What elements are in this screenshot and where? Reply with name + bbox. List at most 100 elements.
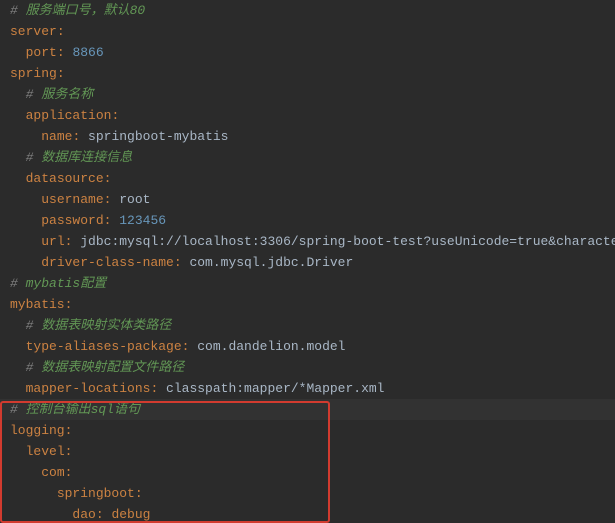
token-colon: :: [135, 486, 143, 501]
token-value-str: springboot-mybatis: [88, 129, 228, 144]
token-colon: :: [104, 171, 112, 186]
token-colon: :: [72, 129, 88, 144]
code-line[interactable]: type-aliases-package: com.dandelion.mode…: [0, 336, 615, 357]
gutter: [0, 273, 10, 294]
code-line[interactable]: logging:: [0, 420, 615, 441]
code-line[interactable]: # 服务名称: [0, 84, 615, 105]
code-line[interactable]: port: 8866: [0, 42, 615, 63]
token-indent: [10, 255, 41, 270]
token-indent: [10, 465, 41, 480]
token-value-str: com.mysql.jdbc.Driver: [189, 255, 353, 270]
token-indent: [10, 87, 26, 102]
code-line[interactable]: # 控制台输出sql语句: [0, 399, 615, 420]
token-value-str: classpath:mapper/*Mapper.xml: [166, 381, 384, 396]
code-line[interactable]: application:: [0, 105, 615, 126]
code-line[interactable]: driver-class-name: com.mysql.jdbc.Driver: [0, 252, 615, 273]
gutter: [0, 210, 10, 231]
token-key: level: [26, 444, 65, 459]
token-value-num: 8866: [72, 45, 103, 60]
code-line[interactable]: springboot:: [0, 483, 615, 504]
token-indent: [10, 192, 41, 207]
token-key: username: [41, 192, 103, 207]
token-comment-hash: #: [26, 150, 42, 165]
code-line[interactable]: # mybatis配置: [0, 273, 615, 294]
token-comment-hash: #: [10, 276, 26, 291]
token-comment-hash: #: [10, 402, 26, 417]
token-comment-hash: #: [26, 318, 42, 333]
token-indent: [10, 381, 26, 396]
gutter: [0, 105, 10, 126]
token-key: type-aliases-package: [26, 339, 182, 354]
gutter: [0, 42, 10, 63]
token-indent: [10, 150, 26, 165]
gutter: [0, 231, 10, 252]
token-colon: :: [65, 423, 73, 438]
code-line[interactable]: name: springboot-mybatis: [0, 126, 615, 147]
gutter: [0, 420, 10, 441]
token-colon: :: [96, 507, 112, 522]
token-comment-hash: #: [26, 360, 42, 375]
gutter: [0, 378, 10, 399]
gutter: [0, 147, 10, 168]
token-indent: [10, 108, 26, 123]
gutter: [0, 168, 10, 189]
code-line[interactable]: # 数据库连接信息: [0, 147, 615, 168]
code-line[interactable]: spring:: [0, 63, 615, 84]
token-colon: :: [57, 24, 65, 39]
token-indent: [10, 507, 72, 522]
code-line[interactable]: url: jdbc:mysql://localhost:3306/spring-…: [0, 231, 615, 252]
code-line[interactable]: # 数据表映射配置文件路径: [0, 357, 615, 378]
code-line[interactable]: server:: [0, 21, 615, 42]
token-colon: :: [57, 45, 73, 60]
token-key: mapper-locations: [26, 381, 151, 396]
token-key: datasource: [26, 171, 104, 186]
token-colon: :: [65, 297, 73, 312]
token-indent: [10, 213, 41, 228]
gutter: [0, 399, 10, 420]
token-indent: [10, 171, 26, 186]
token-comment-en: mybatis: [26, 276, 81, 291]
gutter: [0, 63, 10, 84]
code-editor[interactable]: # 服务端口号，默认80 server: port: 8866 spring: …: [0, 0, 615, 523]
token-indent: [10, 360, 26, 375]
token-indent: [10, 129, 41, 144]
token-key: springboot: [57, 486, 135, 501]
code-line[interactable]: level:: [0, 441, 615, 462]
code-line[interactable]: # 数据表映射实体类路径: [0, 315, 615, 336]
token-key: password: [41, 213, 103, 228]
token-key: dao: [72, 507, 95, 522]
token-comment-zh: 服务端口号，默认80: [26, 3, 146, 18]
token-colon: :: [174, 255, 190, 270]
code-line[interactable]: # 服务端口号，默认80: [0, 0, 615, 21]
gutter: [0, 315, 10, 336]
token-comment-zh: 数据表映射配置文件路径: [41, 360, 184, 375]
gutter: [0, 483, 10, 504]
gutter: [0, 0, 10, 21]
token-key: com: [41, 465, 64, 480]
code-line[interactable]: dao: debug: [0, 504, 615, 523]
code-line[interactable]: mybatis:: [0, 294, 615, 315]
gutter: [0, 357, 10, 378]
token-indent: [10, 486, 57, 501]
code-line[interactable]: password: 123456: [0, 210, 615, 231]
token-key: driver-class-name: [41, 255, 174, 270]
code-line[interactable]: datasource:: [0, 168, 615, 189]
token-value-num: 123456: [119, 213, 166, 228]
token-colon: :: [150, 381, 166, 396]
gutter: [0, 462, 10, 483]
token-key: server: [10, 24, 57, 39]
token-colon: :: [104, 213, 120, 228]
token-value-str: com.dandelion.model: [197, 339, 345, 354]
token-key: port: [26, 45, 57, 60]
token-value-hl: debug: [111, 507, 150, 522]
code-line[interactable]: username: root: [0, 189, 615, 210]
gutter: [0, 252, 10, 273]
code-line[interactable]: mapper-locations: classpath:mapper/*Mapp…: [0, 378, 615, 399]
token-key: spring: [10, 66, 57, 81]
gutter: [0, 336, 10, 357]
token-comment-zh: 语句: [114, 402, 140, 417]
token-colon: :: [104, 192, 120, 207]
token-comment-zh: 数据表映射实体类路径: [41, 318, 171, 333]
gutter: [0, 441, 10, 462]
code-line[interactable]: com:: [0, 462, 615, 483]
